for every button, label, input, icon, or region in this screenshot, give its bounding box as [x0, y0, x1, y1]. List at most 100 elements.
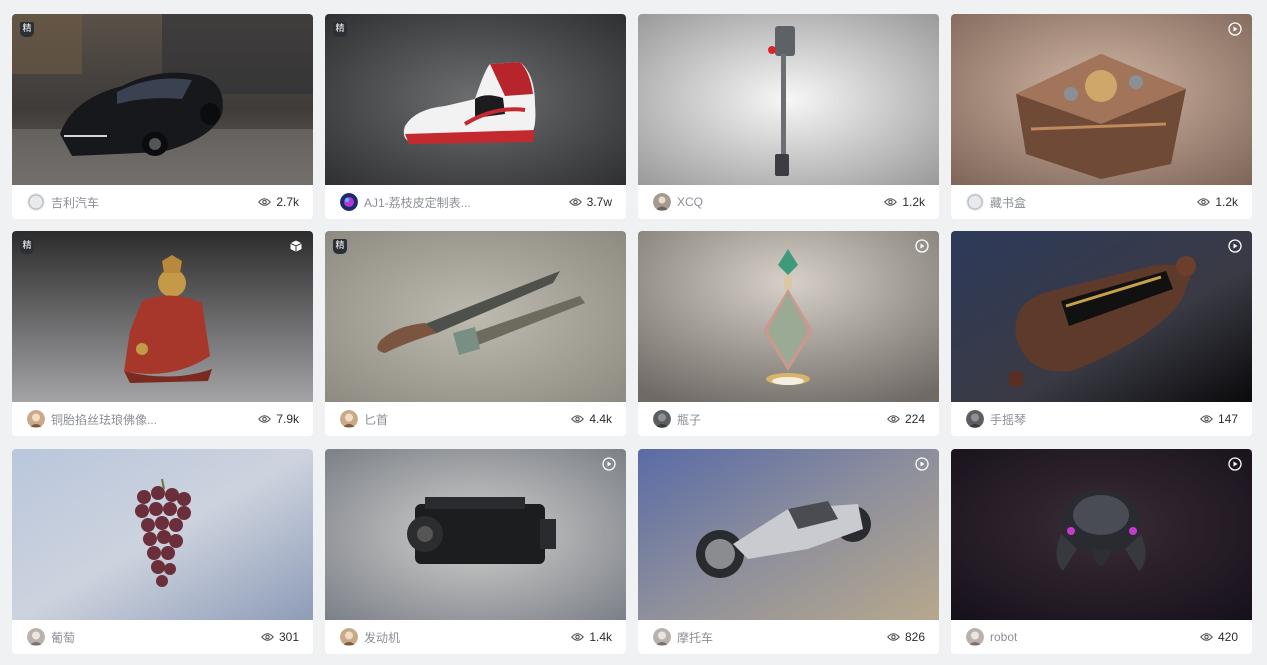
photo-avatar[interactable]: [27, 628, 45, 646]
eye-icon: [261, 633, 274, 641]
featured-badge: 精: [333, 239, 347, 254]
model-thumbnail-engine[interactable]: [325, 449, 626, 620]
author-name[interactable]: 吉利汽车: [51, 194, 99, 211]
model-card[interactable]: 摩托车 826: [638, 449, 939, 654]
photo-avatar[interactable]: [966, 628, 984, 646]
view-count-value: 2.7k: [276, 195, 299, 209]
featured-badge: 精: [20, 22, 34, 37]
view-count-value: 3.7w: [586, 195, 612, 209]
card-footer: 匕首 4.4k: [325, 402, 626, 436]
photo-avatar[interactable]: [340, 410, 358, 428]
view-count-value: 1.4k: [589, 630, 612, 644]
model-thumbnail-book-box[interactable]: [951, 14, 1252, 185]
card-footer: 瓶子 224: [638, 402, 939, 436]
cube-icon[interactable]: [289, 239, 303, 253]
eye-icon: [884, 198, 898, 206]
eye-icon: [571, 633, 585, 641]
play-icon[interactable]: [602, 457, 616, 471]
eye-icon: [258, 198, 272, 206]
author-name[interactable]: 摩托车: [677, 629, 713, 646]
card-footer: robot 420: [951, 620, 1252, 654]
author-name[interactable]: XCQ: [677, 195, 703, 209]
author-name[interactable]: 发动机: [364, 629, 400, 646]
photo-avatar[interactable]: [653, 193, 671, 211]
featured-badge: 精: [333, 22, 347, 37]
model-thumbnail-buddha[interactable]: 精: [12, 231, 313, 402]
model-thumbnail-grapes[interactable]: [12, 449, 313, 620]
model-card[interactable]: 精 AJ1-荔枝皮定制表... 3.7w: [325, 14, 626, 219]
view-count: 826: [887, 630, 925, 644]
model-thumbnail-dagger[interactable]: 精: [325, 231, 626, 402]
model-thumbnail-bottle[interactable]: [638, 231, 939, 402]
model-card[interactable]: 精 匕首 4.4k: [325, 231, 626, 436]
view-count: 1.4k: [571, 630, 612, 644]
view-count: 3.7w: [568, 195, 612, 209]
view-count-value: 1.2k: [902, 195, 925, 209]
model-thumbnail-car[interactable]: 精: [12, 14, 313, 185]
default-avatar-icon[interactable]: [27, 193, 45, 211]
photo-avatar[interactable]: [653, 410, 671, 428]
play-icon[interactable]: [1228, 239, 1242, 253]
eye-icon: [887, 633, 900, 641]
card-footer: 铜胎掐丝珐琅佛像... 7.9k: [12, 402, 313, 436]
view-count-value: 1.2k: [1215, 195, 1238, 209]
play-icon[interactable]: [1228, 22, 1242, 36]
author-name[interactable]: robot: [990, 630, 1017, 644]
author-name[interactable]: 手摇琴: [990, 411, 1026, 428]
view-count: 7.9k: [258, 412, 299, 426]
play-icon[interactable]: [1228, 457, 1242, 471]
author-name[interactable]: 藏书盒: [990, 194, 1026, 211]
author-name[interactable]: 匕首: [364, 411, 388, 428]
model-card[interactable]: 葡萄 301: [12, 449, 313, 654]
card-footer: XCQ 1.2k: [638, 185, 939, 219]
featured-badge: 精: [20, 239, 34, 254]
model-thumbnail-vacuum[interactable]: [638, 14, 939, 185]
play-icon[interactable]: [915, 457, 929, 471]
photo-avatar[interactable]: [966, 410, 984, 428]
model-card[interactable]: 发动机 1.4k: [325, 449, 626, 654]
view-count: 4.4k: [571, 412, 612, 426]
view-count-value: 224: [904, 412, 925, 426]
card-footer: 手摇琴 147: [951, 402, 1252, 436]
card-footer: 吉利汽车 2.7k: [12, 185, 313, 219]
model-thumbnail-hurdy-gurdy[interactable]: [951, 231, 1252, 402]
eye-icon: [1200, 415, 1213, 423]
author-name[interactable]: 葡萄: [51, 629, 75, 646]
view-count-value: 826: [904, 630, 925, 644]
eye-icon: [1197, 198, 1211, 206]
model-card[interactable]: 精 铜胎掐丝珐琅佛像... 7.9k: [12, 231, 313, 436]
author-name[interactable]: AJ1-荔枝皮定制表...: [364, 194, 471, 211]
model-card[interactable]: 瓶子 224: [638, 231, 939, 436]
model-card[interactable]: 精 吉利汽车 2.7k: [12, 14, 313, 219]
photo-avatar[interactable]: [27, 410, 45, 428]
default-avatar-icon[interactable]: [966, 193, 984, 211]
card-footer: AJ1-荔枝皮定制表... 3.7w: [325, 185, 626, 219]
card-footer: 葡萄 301: [12, 620, 313, 654]
photo-avatar[interactable]: [653, 628, 671, 646]
view-count: 224: [887, 412, 925, 426]
model-thumbnail-sneaker[interactable]: 精: [325, 14, 626, 185]
model-card[interactable]: XCQ 1.2k: [638, 14, 939, 219]
eye-icon: [1200, 633, 1213, 641]
view-count-value: 4.4k: [589, 412, 612, 426]
model-card[interactable]: robot 420: [951, 449, 1252, 654]
eye-icon: [887, 415, 900, 423]
model-grid: 精 吉利汽车 2.7k 精 AJ1-荔枝皮定制表... 3.7w XCQ 1.2…: [0, 0, 1267, 665]
card-footer: 摩托车 826: [638, 620, 939, 654]
view-count: 1.2k: [1197, 195, 1238, 209]
photo-avatar[interactable]: [340, 628, 358, 646]
model-thumbnail-motorcycle[interactable]: [638, 449, 939, 620]
author-name[interactable]: 瓶子: [677, 411, 701, 428]
model-card[interactable]: 手摇琴 147: [951, 231, 1252, 436]
model-card[interactable]: 藏书盒 1.2k: [951, 14, 1252, 219]
view-count: 2.7k: [258, 195, 299, 209]
card-footer: 发动机 1.4k: [325, 620, 626, 654]
view-count: 1.2k: [884, 195, 925, 209]
play-icon[interactable]: [915, 239, 929, 253]
eye-icon: [571, 415, 585, 423]
eye-icon: [568, 198, 582, 206]
view-count: 420: [1200, 630, 1238, 644]
author-name[interactable]: 铜胎掐丝珐琅佛像...: [51, 411, 157, 428]
logo-avatar[interactable]: [340, 193, 358, 211]
model-thumbnail-robot[interactable]: [951, 449, 1252, 620]
